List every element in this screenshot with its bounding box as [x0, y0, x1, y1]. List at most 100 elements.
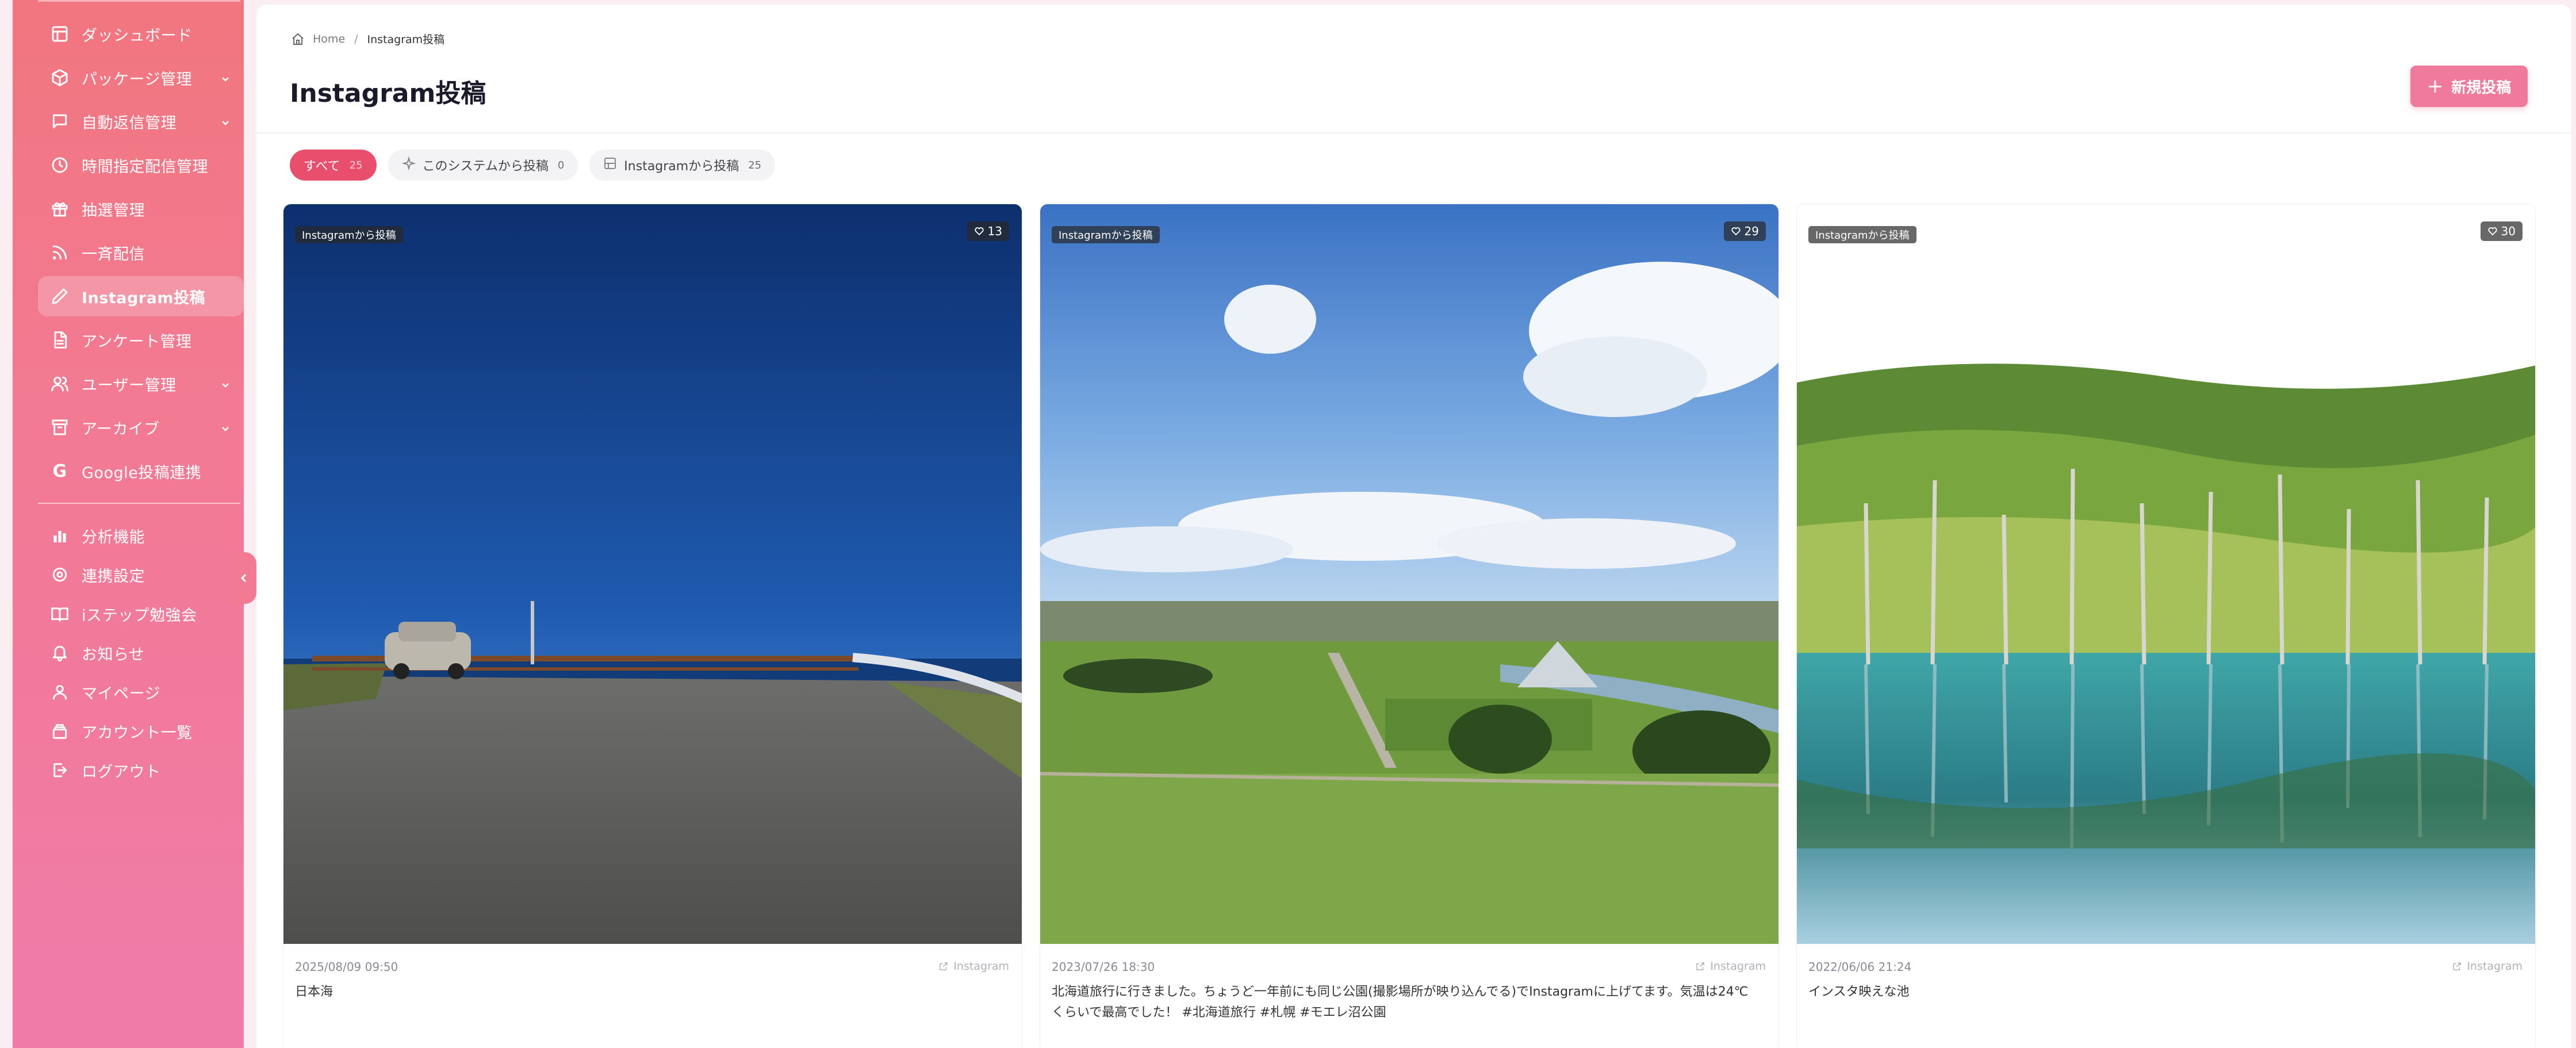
sidebar-item-mypage[interactable]: マイページ — [38, 672, 244, 712]
sidebar-item-scheduled[interactable]: 時間指定配信管理 — [38, 145, 244, 185]
sidebar-item-broadcast[interactable]: 一斉配信 — [38, 232, 244, 273]
sidebar-divider — [38, 503, 240, 504]
dashboard-icon — [49, 24, 70, 44]
chevron-down-icon — [220, 71, 231, 83]
sidebar-item-auto-reply[interactable]: 自動返信管理 — [38, 101, 244, 141]
sidebar: ダッシュボード パッケージ管理 自動返信管理 時間指定配信管理 抽選管理 一斉配… — [13, 0, 244, 1048]
external-link-icon — [1696, 962, 1705, 970]
page-title: Instagram投稿 — [290, 79, 486, 108]
package-icon — [49, 67, 70, 88]
likes-badge: 13 — [967, 221, 1009, 241]
sidebar-item-label: お知らせ — [82, 645, 145, 664]
external-link-icon — [2453, 962, 2462, 970]
filter-from-instagram[interactable]: Instagramから投稿 25 — [589, 150, 776, 181]
instagram-link[interactable]: Instagram — [1695, 960, 1766, 973]
sidebar-item-label: 自動返信管理 — [82, 114, 177, 132]
breadcrumb-home[interactable]: Home — [313, 33, 345, 45]
sidebar-item-label: マイページ — [82, 684, 160, 703]
breadcrumb-separator: / — [354, 32, 358, 45]
google-icon: G — [52, 461, 67, 481]
sidebar-collapse-button[interactable] — [231, 552, 256, 604]
chevron-down-icon — [220, 421, 231, 433]
instagram-link-label: Instagram — [1710, 960, 1766, 973]
sidebar-item-logout[interactable]: ログアウト — [38, 750, 244, 790]
sidebar-item-label: 抽選管理 — [82, 201, 145, 220]
external-link-icon — [940, 962, 948, 970]
breadcrumb-current: Instagram投稿 — [367, 33, 445, 46]
filter-count: 25 — [748, 159, 762, 171]
clock-icon — [49, 155, 70, 175]
plus-icon: + — [2426, 75, 2444, 98]
sidebar-item-label: Google投稿連携 — [82, 464, 202, 482]
sidebar-item-label: 時間指定配信管理 — [82, 158, 208, 176]
source-badge: Instagramから投稿 — [295, 226, 403, 243]
instagram-link[interactable]: Instagram — [938, 960, 1009, 973]
instagram-link-label: Instagram — [2467, 960, 2523, 973]
chevron-left-icon — [240, 573, 247, 583]
sidebar-item-label: Instagram投稿 — [82, 289, 205, 307]
post-image[interactable] — [1797, 204, 2535, 944]
sidebar-item-accounts[interactable]: アカウント一覧 — [38, 711, 244, 751]
new-post-button-label: 新規投稿 — [2451, 79, 2512, 97]
sidebar-item-dashboard[interactable]: ダッシュボード — [38, 14, 244, 54]
post-image[interactable] — [283, 204, 1022, 944]
sidebar-item-analytics[interactable]: 分析機能 — [38, 515, 244, 556]
new-post-button[interactable]: + 新規投稿 — [2410, 66, 2528, 107]
gift-icon — [49, 198, 70, 219]
heart-icon — [2487, 227, 2497, 236]
sidebar-item-google[interactable]: G Google投稿連携 — [38, 451, 244, 491]
sidebar-item-instagram-posts[interactable]: Instagram投稿 — [38, 276, 244, 316]
heart-icon — [974, 227, 984, 236]
sidebar-top-divider — [38, 0, 240, 2]
instagram-link-label: Instagram — [953, 960, 1009, 973]
filter-label: Instagramから投稿 — [624, 159, 739, 174]
home-icon[interactable] — [291, 32, 305, 46]
likes-count: 13 — [987, 224, 1002, 238]
sidebar-item-notices[interactable]: お知らせ — [38, 633, 244, 673]
users-icon — [49, 373, 70, 394]
post-caption: 北海道旅行に行きました。ちょうど一年前にも同じ公園(撮影場所が映り込んでる)でI… — [1052, 985, 1749, 1020]
sidebar-item-integration[interactable]: 連携設定 — [38, 554, 244, 595]
likes-badge: 29 — [1723, 221, 1766, 241]
sidebar-item-archive[interactable]: アーカイブ — [38, 407, 244, 447]
heart-icon — [1731, 227, 1741, 236]
accounts-icon — [49, 721, 70, 741]
filter-all[interactable]: すべて 25 — [290, 150, 377, 181]
sidebar-item-label: ユーザー管理 — [82, 376, 177, 395]
post-caption: 日本海 — [295, 985, 334, 999]
settings-icon — [49, 564, 70, 585]
sidebar-item-lottery[interactable]: 抽選管理 — [38, 189, 244, 229]
post-card[interactable]: Instagramから投稿 29 2023/07/26 18:30 Instag… — [1040, 204, 1779, 1048]
sidebar-item-label: ログアウト — [82, 763, 161, 781]
logout-icon — [49, 760, 70, 781]
sidebar-item-label: 分析機能 — [82, 528, 145, 546]
filter-label: すべて — [304, 159, 340, 174]
archive-icon — [49, 417, 70, 438]
sidebar-item-label: iステップ勉強会 — [82, 606, 197, 625]
chat-icon — [49, 111, 70, 132]
sidebar-item-label: ダッシュボード — [82, 26, 193, 45]
user-icon — [49, 682, 70, 702]
post-card[interactable]: Instagramから投稿 30 2022/06/06 21:24 Instag… — [1796, 204, 2536, 1048]
likes-badge: 30 — [2480, 221, 2523, 241]
broadcast-icon — [49, 242, 70, 263]
instagram-link[interactable]: Instagram — [2452, 960, 2523, 973]
sidebar-item-label: アーカイブ — [82, 420, 160, 438]
post-image[interactable] — [1040, 204, 1778, 944]
likes-count: 29 — [1744, 224, 1759, 238]
sidebar-item-label: アンケート管理 — [82, 332, 192, 351]
sidebar-item-study[interactable]: iステップ勉強会 — [38, 594, 244, 634]
source-badge: Instagramから投稿 — [1052, 226, 1160, 243]
sidebar-item-label: パッケージ管理 — [82, 70, 192, 89]
sidebar-item-packages[interactable]: パッケージ管理 — [38, 58, 244, 98]
post-caption: インスタ映えな池 — [1808, 985, 1910, 999]
source-badge: Instagramから投稿 — [1808, 226, 1916, 243]
main-panel: Home / Instagram投稿 Instagram投稿 + 新規投稿 すべ… — [256, 5, 2571, 1048]
filter-count: 0 — [557, 159, 565, 171]
sidebar-item-users[interactable]: ユーザー管理 — [38, 364, 244, 404]
post-date: 2022/06/06 21:24 — [1808, 960, 1912, 974]
post-date: 2025/08/09 09:50 — [295, 960, 398, 974]
post-card[interactable]: Instagramから投稿 13 2025/08/09 09:50 Instag… — [283, 204, 1022, 1048]
filter-from-system[interactable]: このシステムから投稿 0 — [388, 150, 578, 181]
sidebar-item-survey[interactable]: アンケート管理 — [38, 320, 244, 360]
